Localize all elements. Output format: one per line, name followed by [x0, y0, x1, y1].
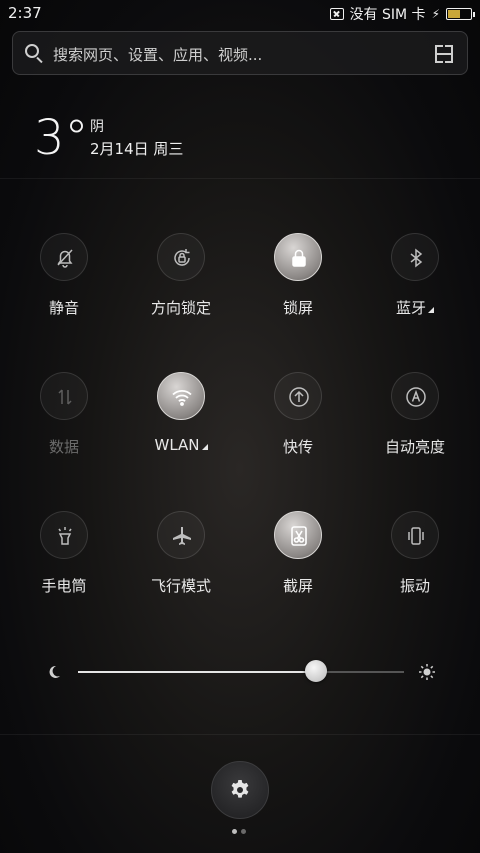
search-placeholder: 搜索网页、设置、应用、视频...: [53, 46, 263, 64]
toggle-label: 手电筒: [41, 577, 87, 595]
bluetooth-icon: [391, 233, 439, 281]
brightness-slider[interactable]: [46, 660, 438, 684]
toggle-wlan[interactable]: WLAN: [121, 372, 241, 482]
lock-icon: [274, 233, 322, 281]
scan-icon[interactable]: [435, 45, 453, 63]
vibrate-icon: [391, 511, 439, 559]
search-icon: [25, 44, 39, 58]
moon-icon: [49, 665, 60, 678]
battery-fill: [448, 10, 460, 18]
slider-knob[interactable]: [304, 660, 327, 682]
toggle-label: 振动: [399, 577, 430, 595]
rotation-lock-icon: [157, 233, 205, 281]
auto-brightness-icon: [391, 372, 439, 420]
toggle-quick-share[interactable]: 快传: [238, 372, 358, 482]
status-time: 2:37: [8, 4, 42, 22]
wifi-icon: [157, 372, 205, 420]
flashlight-icon: [40, 511, 88, 559]
toggle-bluetooth[interactable]: 蓝牙: [355, 233, 475, 343]
divider-bottom: [0, 734, 480, 735]
divider-top: [0, 178, 480, 179]
settings-button[interactable]: [211, 761, 269, 819]
toggle-label: 自动亮度: [384, 438, 445, 456]
page-dot: [232, 829, 237, 834]
sim-status-text: 没有 SIM 卡: [349, 7, 426, 23]
no-sim-icon: [329, 8, 344, 20]
toggle-vibrate[interactable]: 振动: [355, 511, 475, 621]
toggle-label: 数据: [48, 438, 79, 456]
status-bar: 2:37 没有 SIM 卡 ⚡: [0, 0, 480, 28]
toggle-auto-brightness[interactable]: 自动亮度: [355, 372, 475, 482]
toggle-label: 锁屏: [282, 299, 313, 317]
airplane-icon: [157, 511, 205, 559]
data-arrows-icon: [40, 372, 88, 420]
bell-off-icon: [40, 233, 88, 281]
toggle-lock-screen[interactable]: 锁屏: [238, 233, 358, 343]
toggle-label: 飞行模式: [150, 577, 211, 595]
search-bar[interactable]: 搜索网页、设置、应用、视频...: [12, 31, 468, 75]
page-indicator: [232, 829, 246, 834]
battery-icon: [446, 8, 475, 20]
toggle-label: WLAN: [121, 436, 241, 454]
page-dot: [241, 829, 246, 834]
toggle-label: 截屏: [282, 577, 313, 595]
toggle-data[interactable]: 数据: [4, 372, 124, 482]
toggle-mute[interactable]: 静音: [4, 233, 124, 343]
toggle-label: 快传: [282, 438, 313, 456]
gear-icon: [231, 780, 249, 798]
scissors-icon: [274, 511, 322, 559]
toggle-screenshot[interactable]: 截屏: [238, 511, 358, 621]
upload-arrow-icon: [274, 372, 322, 420]
more-arrow-icon: [201, 444, 208, 450]
toggle-flashlight[interactable]: 手电筒: [4, 511, 124, 621]
sun-icon: [419, 664, 435, 680]
weather-date: 2月14日 周三: [90, 140, 184, 158]
slider-fill: [78, 671, 316, 673]
toggle-label: 静音: [48, 299, 79, 317]
charging-icon: ⚡: [431, 7, 440, 21]
weather-temperature: 3°: [34, 110, 89, 166]
more-arrow-icon: [428, 307, 434, 313]
status-right: 没有 SIM 卡 ⚡: [329, 4, 475, 24]
toggle-rotation-lock[interactable]: 方向锁定: [121, 233, 241, 343]
toggle-airplane[interactable]: 飞行模式: [121, 511, 241, 621]
weather-condition: 阴: [90, 119, 104, 135]
toggle-label: 方向锁定: [150, 299, 211, 317]
toggle-label: 蓝牙: [355, 297, 475, 318]
